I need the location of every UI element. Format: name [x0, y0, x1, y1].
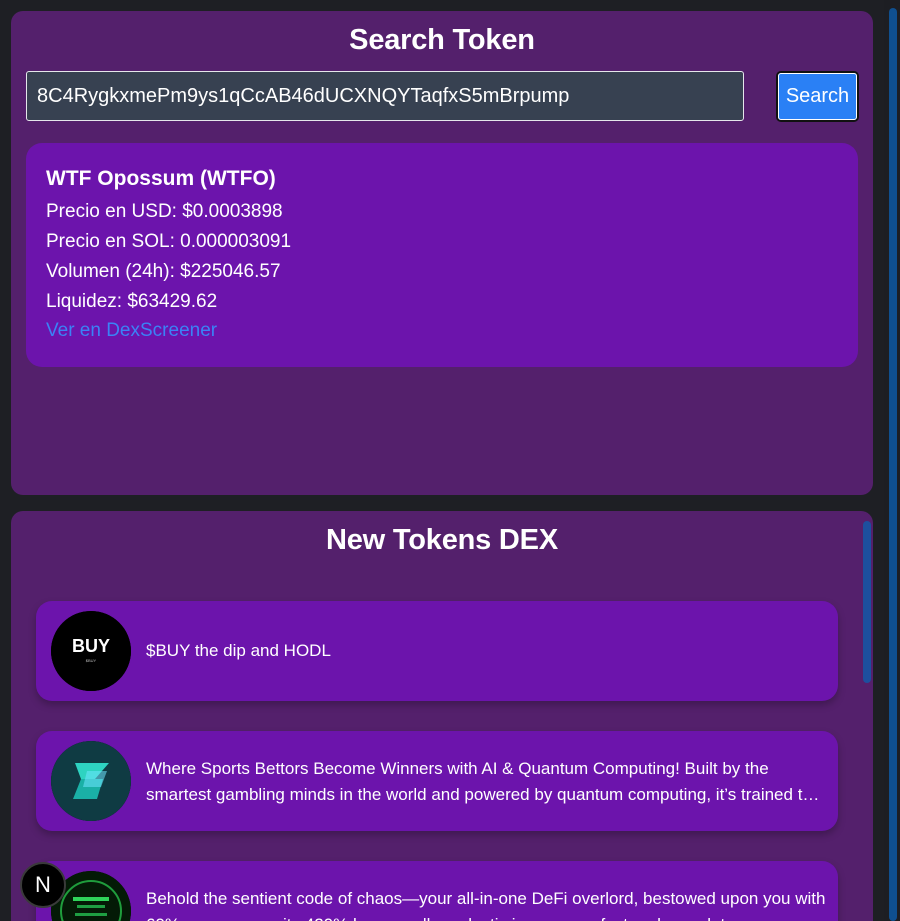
- token-description: Where Sports Bettors Become Winners with…: [146, 759, 812, 804]
- buy-logo-text: BUY: [72, 636, 110, 656]
- buy-logo-subtext: $BUY: [86, 658, 97, 663]
- page-scrollbar-thumb[interactable]: [889, 8, 897, 921]
- token-address-input[interactable]: [26, 71, 744, 121]
- search-token-panel: Search Token Search WTF Opossum (WTFO) P…: [11, 11, 873, 495]
- tokens-scrollbar[interactable]: [863, 521, 871, 683]
- token-name: WTF Opossum (WTFO): [46, 167, 276, 190]
- dexscreener-link[interactable]: Ver en DexScreener: [46, 320, 217, 342]
- new-tokens-panel: New Tokens DEX BUY $BUY $BUY the dip and…: [11, 511, 873, 921]
- page: Search Token Search WTF Opossum (WTFO) P…: [0, 0, 900, 921]
- token-description: Behold the sentient code of chaos—your a…: [146, 889, 826, 921]
- token-result-card: WTF Opossum (WTFO) Precio en USD: $0.000…: [26, 143, 858, 367]
- token-list-item[interactable]: Behold the sentient code of chaos—your a…: [36, 861, 838, 921]
- next-logo-button[interactable]: N: [20, 862, 66, 908]
- token-list-item[interactable]: BUY $BUY $BUY the dip and HODL: [36, 601, 838, 701]
- liquidity: Liquidez: $63429.62: [46, 291, 218, 312]
- volume-24h: Volumen (24h): $225046.57: [46, 261, 281, 282]
- new-tokens-title: New Tokens DEX: [326, 524, 558, 556]
- token-list-item[interactable]: Where Sports Bettors Become Winners with…: [36, 731, 838, 831]
- search-panel-title: Search Token: [349, 24, 535, 56]
- token-description: $BUY the dip and HODL: [146, 641, 331, 660]
- n-icon: N: [35, 872, 51, 897]
- buy-token-logo: BUY $BUY: [51, 611, 131, 691]
- price-usd: Precio en USD: $0.0003898: [46, 201, 283, 222]
- price-sol: Precio en SOL: 0.000003091: [46, 231, 292, 252]
- sports-token-logo: [51, 741, 131, 821]
- search-button[interactable]: Search: [776, 71, 859, 122]
